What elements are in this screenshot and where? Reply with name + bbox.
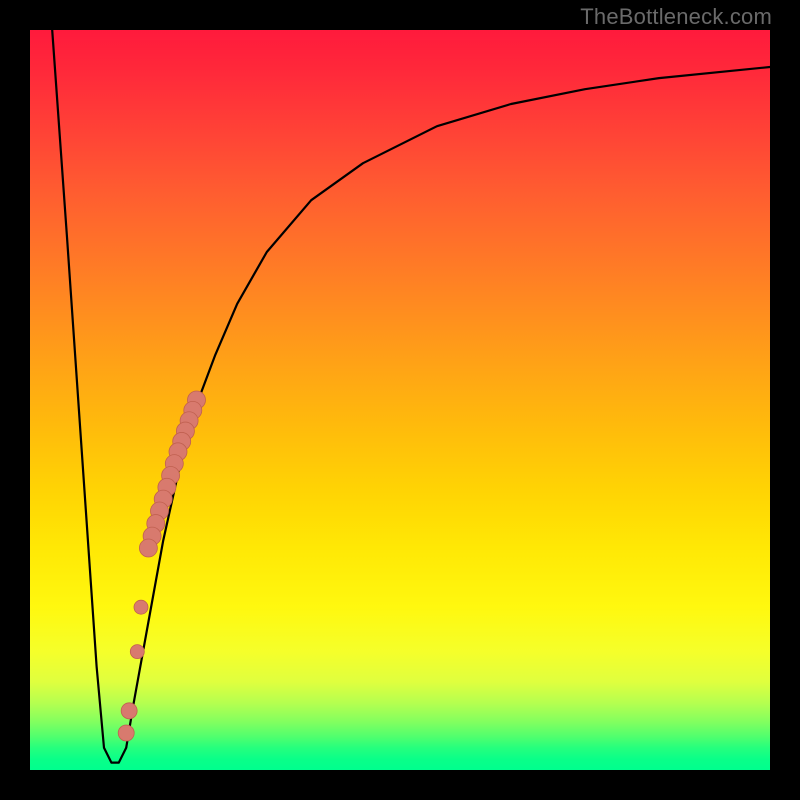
bottleneck-curve <box>52 30 770 763</box>
watermark: TheBottleneck.com <box>580 4 772 30</box>
marker-dot-low-gap <box>130 645 144 659</box>
chart-svg <box>30 30 770 770</box>
marker-dot-mid-gap <box>134 600 148 614</box>
marker-streak-bottom <box>139 539 157 557</box>
chart-frame: TheBottleneck.com <box>0 0 800 800</box>
marker-pair-low-1 <box>121 703 137 719</box>
plot-area <box>30 30 770 770</box>
marker-pair-low-2 <box>118 725 134 741</box>
marker-layer <box>118 391 205 741</box>
